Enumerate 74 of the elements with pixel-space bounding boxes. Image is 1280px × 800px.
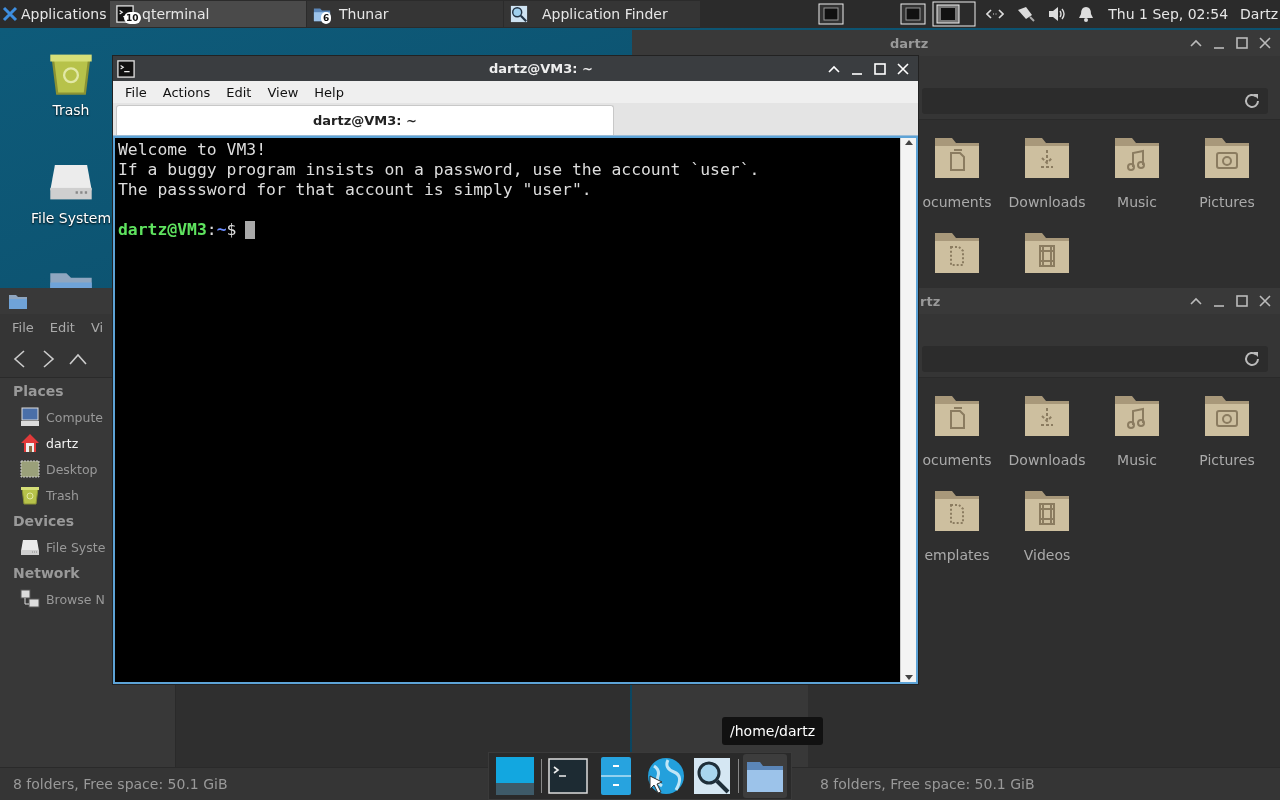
folder-label[interactable]: Pictures — [1199, 194, 1255, 210]
magnifier-icon — [692, 756, 732, 796]
tooltip: /home/dartz — [722, 717, 824, 745]
sidebar-item[interactable]: File Syste — [20, 534, 106, 560]
scrollbar[interactable] — [900, 138, 916, 682]
menu-item[interactable]: Vi — [90, 319, 104, 335]
terminal-line: Welcome to VM3! — [118, 140, 268, 160]
prompt-separator: : — [206, 220, 217, 240]
drive-icon — [20, 537, 40, 557]
taskbar-button[interactable]: 10 qterminal — [110, 1, 306, 27]
window-title: rtz — [919, 293, 942, 309]
sidebar-item[interactable]: dartz — [20, 430, 79, 456]
scroll-up-icon[interactable] — [903, 138, 914, 146]
folder-label[interactable]: Downloads — [1008, 194, 1086, 210]
taskbar-button[interactable]: 6 Thunar — [307, 1, 503, 27]
cursor — [245, 221, 256, 239]
maximize-icon[interactable] — [1235, 294, 1249, 308]
house-icon — [20, 433, 40, 453]
terminal-line: If a buggy program insists on a password, use the account `user`. — [118, 160, 761, 180]
folder-label[interactable]: Downloads — [1008, 452, 1086, 468]
computer-icon — [20, 407, 40, 427]
clock[interactable]: Thu 1 Sep, 02:54 — [1108, 6, 1229, 22]
sidebar-item[interactable]: Browse N — [20, 586, 105, 612]
bell-icon[interactable] — [1078, 6, 1095, 22]
folder-label[interactable]: ocuments — [922, 194, 992, 210]
tab[interactable]: dartz@VM3: ~ — [116, 105, 614, 135]
sidebar-item[interactable]: Desktop — [20, 456, 98, 482]
applications-menu-button[interactable]: Applications — [0, 0, 110, 28]
dock-button[interactable] — [743, 754, 787, 798]
screen-icon — [495, 756, 535, 796]
trash-can-icon — [20, 485, 40, 505]
magnifier-icon — [510, 5, 528, 23]
terminal-icon — [117, 59, 135, 78]
menu-item[interactable]: View — [259, 81, 307, 103]
scroll-down-icon[interactable] — [903, 674, 914, 682]
prompt-user: dartz@VM3 — [118, 220, 207, 240]
folder-label[interactable]: emplates — [924, 547, 990, 563]
window-title: dartz@VM3: ~ — [488, 61, 594, 76]
prompt-path: ~ — [216, 220, 227, 240]
count-badge: 6 — [321, 12, 332, 24]
volume-icon[interactable] — [1048, 6, 1067, 22]
user-name[interactable]: Dartz — [1240, 6, 1278, 22]
folder-label[interactable]: Videos — [1023, 547, 1071, 563]
sidebar-item[interactable]: Compute — [20, 404, 103, 430]
close-icon[interactable] — [1258, 36, 1272, 50]
menu-item[interactable]: File — [12, 319, 34, 335]
sidebar-item[interactable]: Trash — [20, 482, 80, 508]
icon-label: File System — [30, 210, 112, 226]
menu-item[interactable]: Edit — [49, 319, 75, 335]
count-badge: 10 — [124, 12, 141, 24]
prompt-symbol: $ — [226, 220, 237, 240]
folder-label[interactable]: Pictures — [1199, 452, 1255, 468]
network-icon — [20, 589, 40, 609]
menu-item[interactable]: Help — [306, 81, 352, 103]
terminal-icon — [548, 756, 588, 796]
taskbar-button[interactable]: Application Finder — [504, 1, 700, 27]
plug-icon[interactable] — [1016, 5, 1037, 23]
section-heading: Network — [12, 564, 81, 583]
menu-item[interactable]: File — [117, 81, 155, 103]
section-heading: Places — [12, 382, 65, 401]
folder-label[interactable]: Music — [1117, 452, 1157, 468]
terminal-thumbnail-icon[interactable] — [818, 3, 845, 25]
terminal-line: The passsword for that account is simply "user". — [118, 180, 593, 200]
menu-item[interactable]: Edit — [218, 81, 260, 103]
close-icon[interactable] — [1258, 294, 1272, 308]
desktop-icon — [20, 459, 40, 479]
folder-label[interactable]: ocuments — [922, 452, 992, 468]
window-title: dartz — [889, 35, 930, 51]
section-heading: Devices — [12, 512, 76, 531]
maximize-icon[interactable] — [1235, 36, 1249, 50]
icon-label: Trash — [52, 102, 90, 118]
x-logo-icon — [2, 6, 18, 22]
folder-label[interactable]: Music — [1117, 194, 1157, 210]
menu-item[interactable]: Actions — [154, 81, 219, 103]
